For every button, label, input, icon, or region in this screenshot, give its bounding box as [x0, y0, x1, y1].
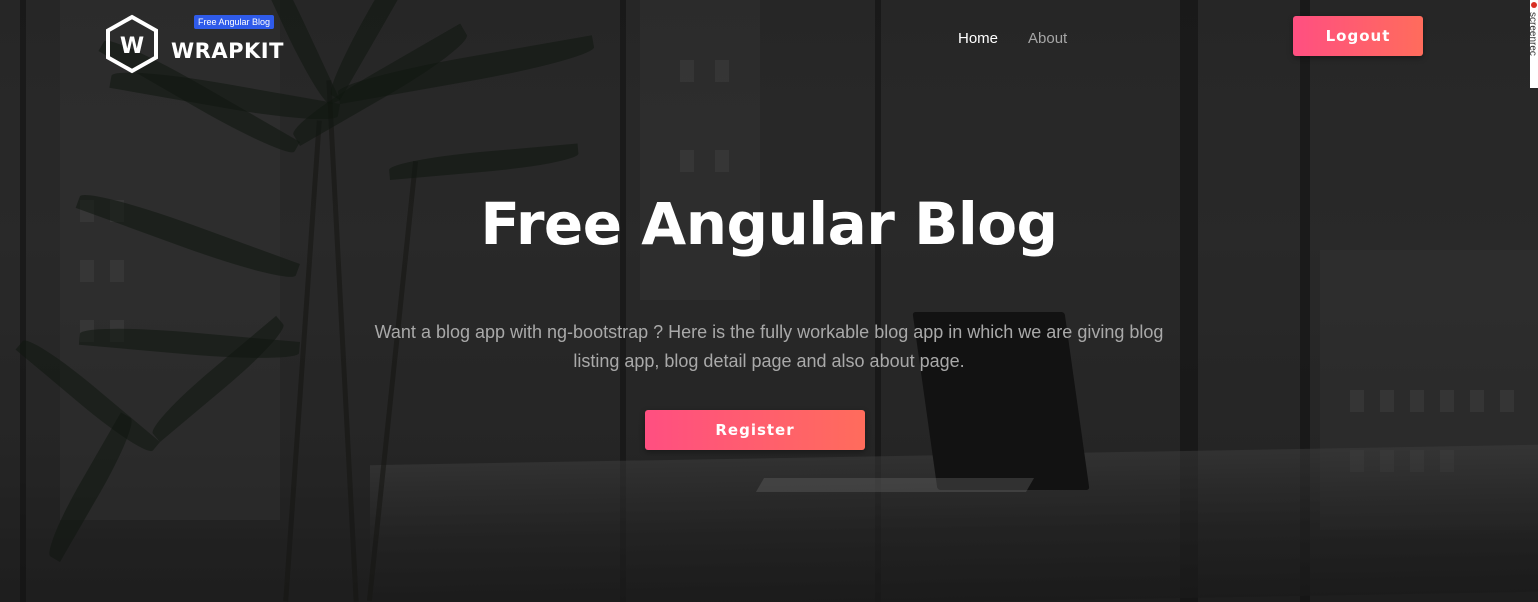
hero-subtitle: Want a blog app with ng-bootstrap ? Here… [374, 322, 1164, 371]
nav-item-about[interactable]: About [1028, 30, 1067, 47]
brand-name: WRAPKIT [171, 39, 284, 63]
hexagon-w-logo-icon: W [105, 14, 159, 74]
logo-letter: W [120, 34, 144, 59]
screen-recorder-tab[interactable]: screenrec [1530, 0, 1538, 88]
hero-section: W WRAPKIT Free Angular Blog Home About L… [0, 0, 1538, 602]
register-button[interactable]: Register [645, 410, 865, 450]
nav-item-home[interactable]: Home [958, 30, 998, 47]
brand-badge: Free Angular Blog [194, 15, 275, 29]
main-nav: Home About [958, 30, 1067, 47]
screen-recorder-label: screenrec [1530, 12, 1538, 56]
logout-button[interactable]: Logout [1293, 16, 1423, 56]
hero-title: Free Angular Blog [480, 190, 1058, 258]
brand-logo-link[interactable]: W WRAPKIT Free Angular Blog [105, 14, 284, 74]
record-dot-icon [1531, 2, 1537, 8]
dark-overlay [0, 0, 1538, 602]
